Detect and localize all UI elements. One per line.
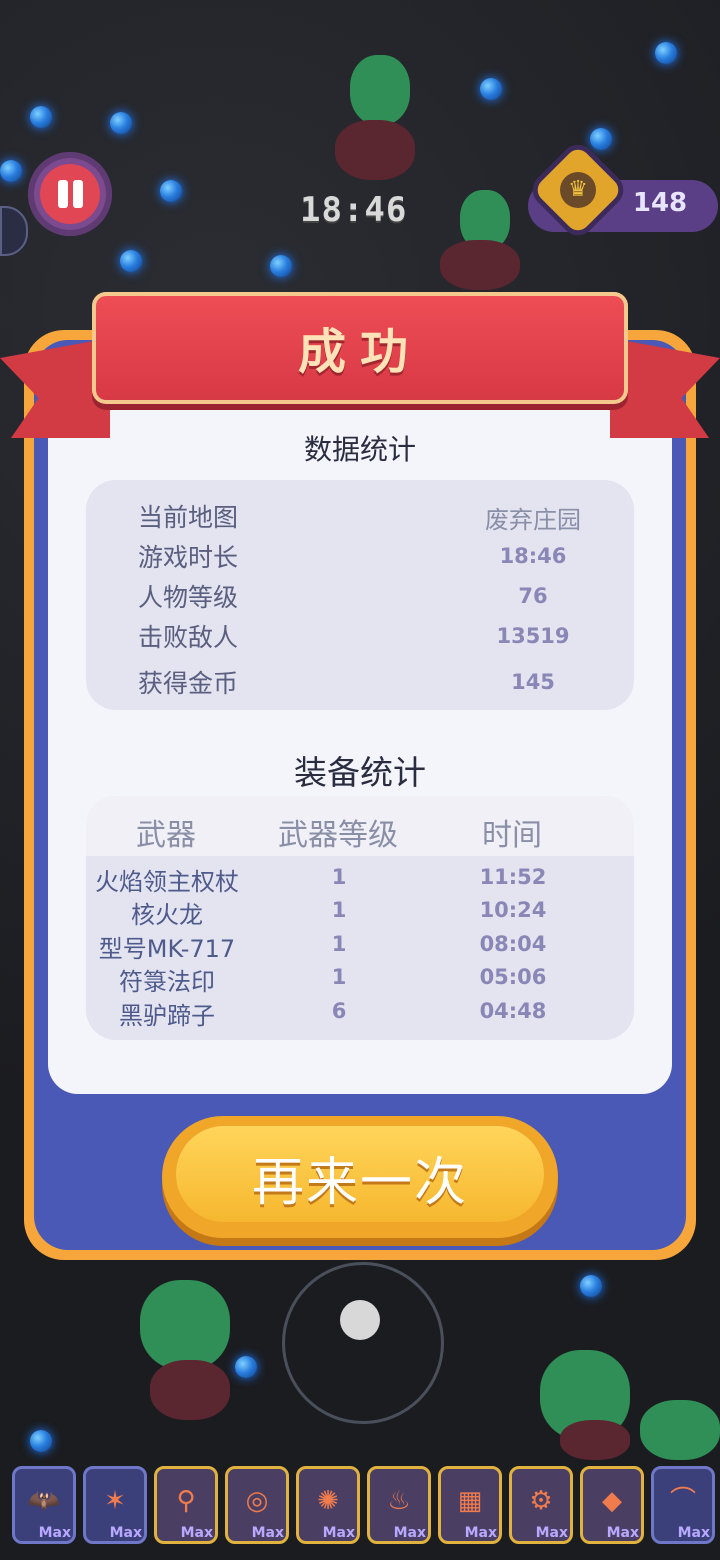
coin-count: 148 <box>632 188 688 218</box>
max-label: Max <box>393 1525 426 1541</box>
stat-value: 76 <box>518 584 548 608</box>
target-icon: ◎ <box>245 1486 269 1516</box>
wings-icon: ✶ <box>104 1486 126 1516</box>
stat-label: 当前地图 <box>138 503 239 532</box>
xp-orb <box>580 1275 602 1297</box>
column-header-time: 时间 <box>482 818 542 853</box>
xp-orb <box>480 78 502 100</box>
skill-slot[interactable]: ♨ Max <box>367 1466 431 1544</box>
torch-icon: ♨ <box>387 1486 411 1516</box>
skill-slot[interactable]: 🦇 Max <box>12 1466 76 1544</box>
xp-orb <box>30 106 52 128</box>
zombie-body <box>335 120 415 180</box>
equip-level: 6 <box>331 999 347 1023</box>
xp-orb <box>235 1356 257 1378</box>
max-label: Max <box>677 1525 710 1541</box>
equip-level: 1 <box>331 898 347 922</box>
equip-weapon: 黑驴蹄子 <box>119 1002 215 1030</box>
equip-level: 1 <box>331 865 347 889</box>
wand-icon: ⚲ <box>176 1486 196 1516</box>
stat-value: 废弃庄园 <box>485 506 581 534</box>
gear-icon: ⚙ <box>529 1486 553 1516</box>
column-header-weapon: 武器 <box>136 818 196 853</box>
zombie-body <box>560 1420 630 1460</box>
crown-icon: ♛ <box>560 172 596 208</box>
zombie-body <box>440 240 520 290</box>
equip-weapon: 火焰领主权杖 <box>95 868 239 896</box>
equip-time: 04:48 <box>479 999 547 1023</box>
equip-weapon: 符箓法印 <box>119 968 215 996</box>
skill-slot[interactable]: ⚙ Max <box>509 1466 573 1544</box>
column-header-level: 武器等级 <box>278 818 398 853</box>
zombie-head <box>640 1400 720 1460</box>
xp-orb <box>160 180 182 202</box>
max-label: Max <box>322 1525 355 1541</box>
skill-slot[interactable]: ✺ Max <box>296 1466 360 1544</box>
skill-slot[interactable]: ◆ Max <box>580 1466 644 1544</box>
stat-value: 18:46 <box>499 544 567 568</box>
skill-slot[interactable]: ✶ Max <box>83 1466 147 1544</box>
skill-slot[interactable]: ◎ Max <box>225 1466 289 1544</box>
equip-weapon: 核火龙 <box>131 901 203 929</box>
zombie-head <box>140 1280 230 1370</box>
max-label: Max <box>464 1525 497 1541</box>
xp-orb <box>590 128 612 150</box>
equipment-title: 装备统计 <box>294 753 426 792</box>
equip-level: 1 <box>331 932 347 956</box>
stat-label: 击败敌人 <box>138 623 239 652</box>
max-label: Max <box>535 1525 568 1541</box>
joystick-knob[interactable] <box>340 1300 380 1340</box>
equip-weapon: 型号MK-717 <box>98 935 236 963</box>
max-label: Max <box>180 1525 213 1541</box>
equip-time: 08:04 <box>479 932 547 956</box>
orb-icon: ✺ <box>317 1486 339 1516</box>
equip-time: 11:52 <box>479 865 547 889</box>
stats-title: 数据统计 <box>303 433 416 466</box>
zombie-body <box>150 1360 230 1420</box>
skill-slot[interactable]: ⚲ Max <box>154 1466 218 1544</box>
equip-time: 10:24 <box>479 898 547 922</box>
max-label: Max <box>251 1525 284 1541</box>
zombie-head <box>350 55 410 125</box>
retry-button-label[interactable]: 再来一次 <box>162 1140 558 1215</box>
xp-orb <box>30 1430 52 1452</box>
shell-icon: ◆ <box>602 1486 622 1516</box>
xp-orb <box>110 112 132 134</box>
max-label: Max <box>109 1525 142 1541</box>
game-timer: 18:46 <box>300 190 408 230</box>
max-label: Max <box>38 1525 71 1541</box>
stat-label: 获得金币 <box>138 669 239 698</box>
equip-time: 05:06 <box>479 965 547 989</box>
stat-label: 人物等级 <box>138 583 239 612</box>
result-title: 成功 <box>297 324 422 380</box>
max-label: Max <box>606 1525 639 1541</box>
skill-slot[interactable]: ▦ Max <box>438 1466 502 1544</box>
xp-orb <box>655 42 677 64</box>
xp-orb <box>0 160 22 182</box>
cake-icon: ▦ <box>457 1486 483 1516</box>
stat-value: 13519 <box>496 624 570 648</box>
virtual-joystick[interactable] <box>282 1262 444 1424</box>
pause-icon <box>40 164 100 224</box>
claw-icon: ⌒ <box>669 1486 696 1516</box>
equip-level: 1 <box>331 965 347 989</box>
xp-orb <box>270 255 292 277</box>
skill-slot[interactable]: ⌒ Max <box>651 1466 715 1544</box>
stat-label: 游戏时长 <box>138 543 239 572</box>
pause-button[interactable] <box>28 152 112 236</box>
bat-icon: 🦇 <box>27 1486 61 1516</box>
stat-value: 145 <box>511 670 555 694</box>
xp-orb <box>120 250 142 272</box>
